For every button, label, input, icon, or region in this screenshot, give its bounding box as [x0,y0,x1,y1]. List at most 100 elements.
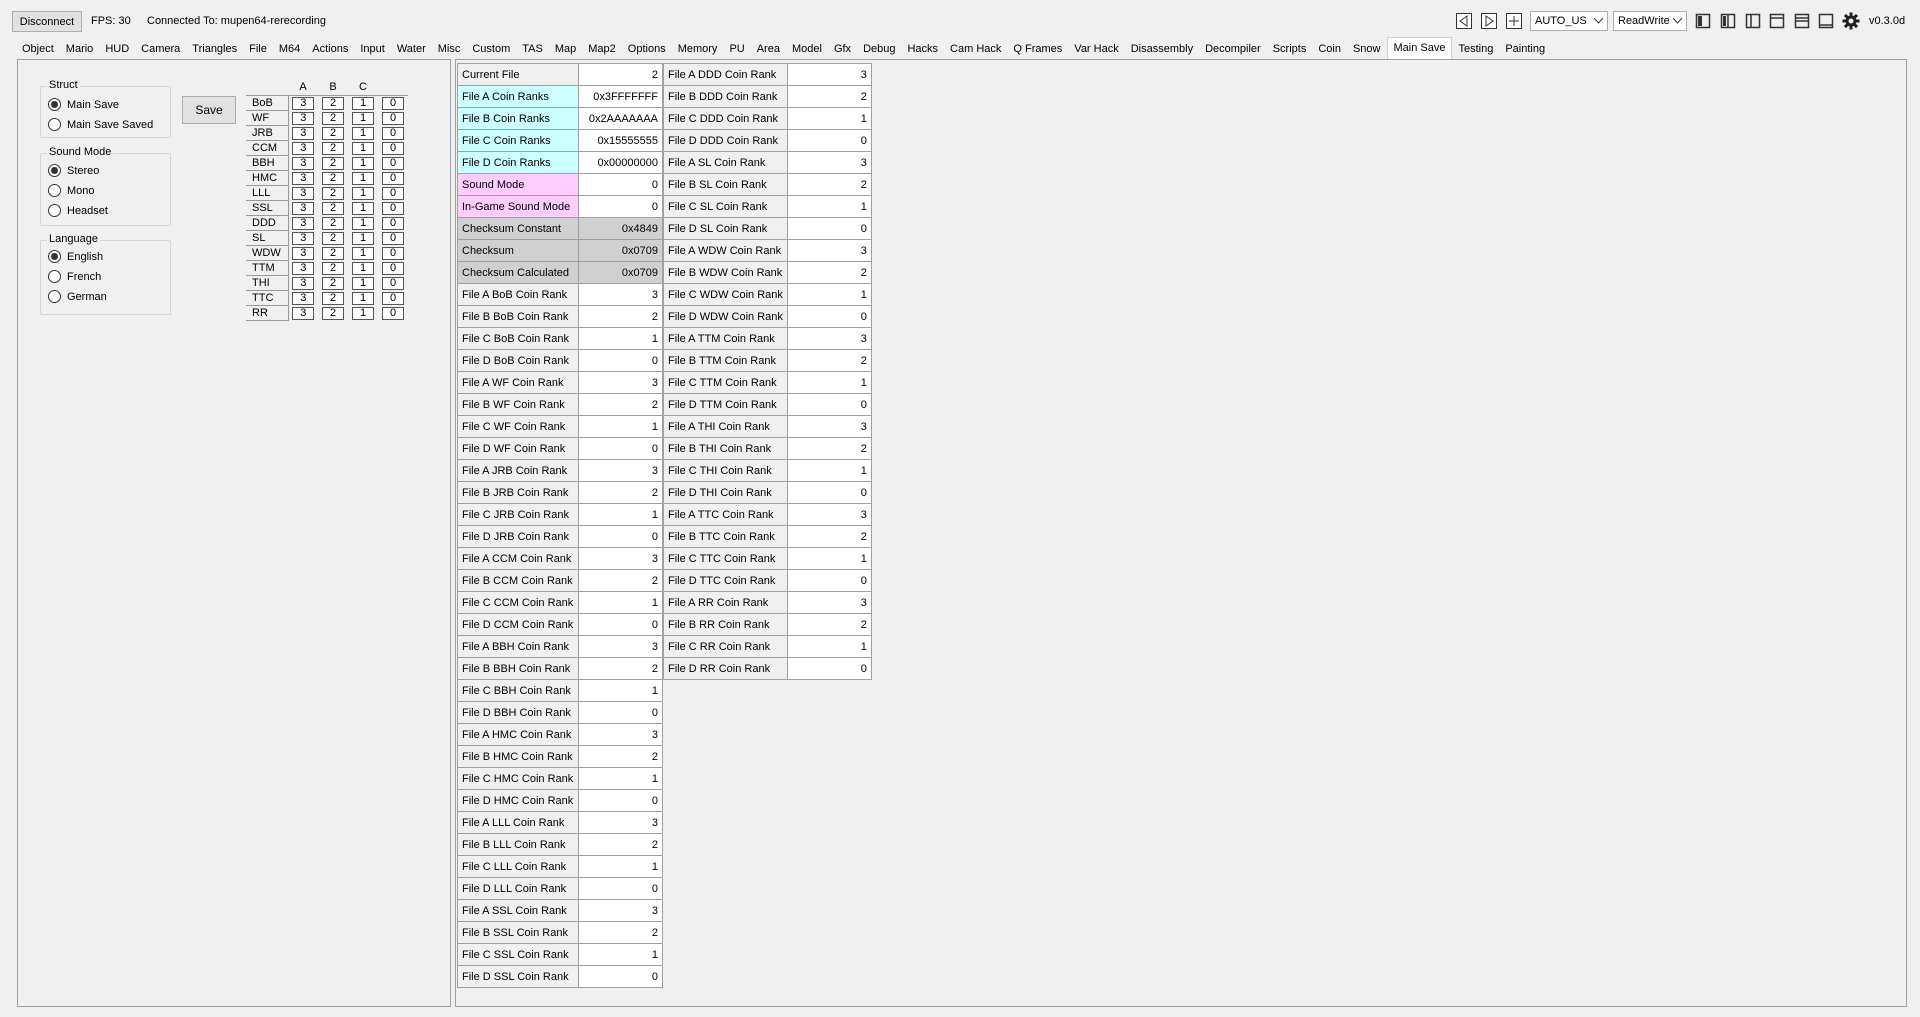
variable-name[interactable]: File C WF Coin Rank [457,415,579,438]
rank-value-box[interactable]: 3 [292,96,315,110]
variable-name[interactable]: File B SSL Coin Rank [457,921,579,944]
tab-decompiler[interactable]: Decompiler [1199,39,1267,59]
variable-value[interactable]: 1 [786,635,872,658]
layout-top-icon[interactable] [1768,12,1786,30]
add-icon[interactable] [1505,12,1523,30]
rank-value-box[interactable]: 1 [352,201,374,215]
variable-value[interactable]: 3 [578,899,663,922]
layout-horizontal-split-icon[interactable] [1793,12,1811,30]
tab-camera[interactable]: Camera [135,39,186,59]
variable-value[interactable]: 1 [786,371,872,394]
variable-value[interactable]: 0x3FFFFFFF [578,85,663,108]
rank-value-box[interactable]: 3 [292,291,315,305]
variable-value[interactable]: 0 [578,965,663,988]
tab-hud[interactable]: HUD [99,39,135,59]
variable-value[interactable]: 0 [786,393,872,416]
variable-name[interactable]: File A TTC Coin Rank [663,503,788,526]
variable-value[interactable]: 0x15555555 [578,129,663,152]
variable-value[interactable]: 0 [786,569,872,592]
variable-name[interactable]: File B RR Coin Rank [663,613,788,636]
tab-area[interactable]: Area [751,39,786,59]
rank-value-box[interactable]: 2 [322,246,344,260]
variable-name[interactable]: File A TTM Coin Rank [663,327,788,350]
variable-name[interactable]: File A HMC Coin Rank [457,723,579,746]
variable-name[interactable]: File D BBH Coin Rank [457,701,579,724]
variable-name[interactable]: File D Coin Ranks [457,151,579,174]
variable-value[interactable]: 1 [786,459,872,482]
struct-radio-main-save-saved[interactable]: Main Save Saved [48,118,153,131]
step-forward-icon[interactable] [1480,12,1498,30]
variable-name[interactable]: File B DDD Coin Rank [663,85,788,108]
save-button[interactable]: Save [182,96,236,124]
variable-name[interactable]: Current File [457,63,579,86]
variable-value[interactable]: 1 [578,503,663,526]
rank-value-box[interactable]: 0 [382,141,404,155]
tab-q-frames[interactable]: Q Frames [1007,39,1068,59]
rank-value-box[interactable]: 2 [322,171,344,185]
tab-var-hack[interactable]: Var Hack [1068,39,1124,59]
variable-name[interactable]: File D DDD Coin Rank [663,129,788,152]
variable-value[interactable]: 3 [578,459,663,482]
layout-left-icon[interactable] [1744,12,1762,30]
rank-value-box[interactable]: 2 [322,186,344,200]
variable-value[interactable]: 0x4849 [578,217,663,240]
rank-value-box[interactable]: 1 [352,291,374,305]
rank-value-box[interactable]: 3 [292,141,315,155]
rank-value-box[interactable]: 2 [322,111,344,125]
variable-value[interactable]: 0 [786,657,872,680]
rank-value-box[interactable]: 0 [382,306,404,320]
rank-value-box[interactable]: 2 [322,231,344,245]
rank-value-box[interactable]: 0 [382,216,404,230]
rank-value-box[interactable]: 1 [352,306,374,320]
memory-mode-select[interactable]: ReadWrite [1613,11,1687,31]
variable-value[interactable]: 0 [786,217,872,240]
rank-value-box[interactable]: 1 [352,276,374,290]
tab-memory[interactable]: Memory [672,39,724,59]
rank-value-box[interactable]: 1 [352,141,374,155]
variable-value[interactable]: 0 [578,349,663,372]
rank-value-box[interactable]: 3 [292,201,315,215]
variable-value[interactable]: 2 [786,349,872,372]
variable-name[interactable]: File B HMC Coin Rank [457,745,579,768]
rank-value-box[interactable]: 3 [292,126,315,140]
variable-name[interactable]: File A LLL Coin Rank [457,811,579,834]
tab-custom[interactable]: Custom [466,39,516,59]
rank-value-box[interactable]: 1 [352,156,374,170]
variable-name[interactable]: File B TTM Coin Rank [663,349,788,372]
disconnect-button[interactable]: Disconnect [12,11,82,32]
region-select[interactable]: AUTO_US [1530,11,1608,31]
tab-triangles[interactable]: Triangles [186,39,243,59]
variable-name[interactable]: File B WDW Coin Rank [663,261,788,284]
gear-icon[interactable] [1842,12,1860,30]
tab-disassembly[interactable]: Disassembly [1125,39,1199,59]
rank-value-box[interactable]: 2 [322,306,344,320]
variable-name[interactable]: File A SL Coin Rank [663,151,788,174]
tab-actions[interactable]: Actions [306,39,354,59]
tab-cam-hack[interactable]: Cam Hack [944,39,1007,59]
variable-name[interactable]: File D CCM Coin Rank [457,613,579,636]
rank-value-box[interactable]: 3 [292,246,315,260]
variable-name[interactable]: File C BoB Coin Rank [457,327,579,350]
variable-value[interactable]: 1 [578,943,663,966]
variable-name[interactable]: File C JRB Coin Rank [457,503,579,526]
variable-name[interactable]: File B LLL Coin Rank [457,833,579,856]
rank-value-box[interactable]: 1 [352,216,374,230]
variable-value[interactable]: 0x2AAAAAAA [578,107,663,130]
rank-value-box[interactable]: 2 [322,261,344,275]
variable-name[interactable]: File D SSL Coin Rank [457,965,579,988]
variable-name[interactable]: File B WF Coin Rank [457,393,579,416]
variable-value[interactable]: 3 [786,151,872,174]
variable-name[interactable]: File D HMC Coin Rank [457,789,579,812]
rank-value-box[interactable]: 1 [352,231,374,245]
variable-name[interactable]: File C Coin Ranks [457,129,579,152]
tab-map[interactable]: Map [549,39,582,59]
tab-painting[interactable]: Painting [1499,39,1551,59]
variable-value[interactable]: 0 [578,195,663,218]
variable-value[interactable]: 2 [578,569,663,592]
variable-name[interactable]: File C DDD Coin Rank [663,107,788,130]
variable-name[interactable]: In-Game Sound Mode [457,195,579,218]
rank-value-box[interactable]: 3 [292,231,315,245]
rank-value-box[interactable]: 1 [352,126,374,140]
variable-value[interactable]: 2 [578,481,663,504]
variable-value[interactable]: 0 [578,173,663,196]
